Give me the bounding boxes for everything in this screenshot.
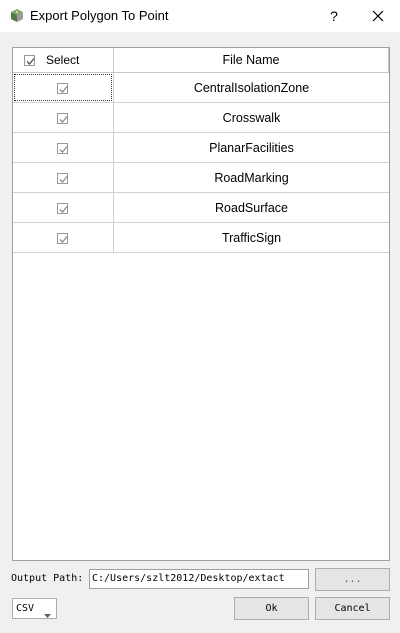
help-button[interactable]: ? xyxy=(322,5,346,27)
row-checkbox[interactable] xyxy=(57,233,68,244)
format-dropdown[interactable]: CSV xyxy=(12,598,57,619)
format-selected-value: CSV xyxy=(16,603,35,614)
checkmark-icon xyxy=(59,116,68,123)
header-file-name-cell[interactable]: File Name xyxy=(114,48,389,73)
checkmark-icon xyxy=(59,176,68,183)
row-select-cell[interactable] xyxy=(13,133,114,163)
table-row[interactable]: TrafficSign xyxy=(13,223,389,253)
close-icon xyxy=(372,10,384,22)
browse-button[interactable]: ... xyxy=(315,568,390,591)
table-row[interactable]: RoadMarking xyxy=(13,163,389,193)
row-file-name-cell[interactable]: RoadSurface xyxy=(114,193,389,223)
row-select-cell[interactable] xyxy=(13,163,114,193)
row-checkbox[interactable] xyxy=(57,203,68,214)
row-file-name-cell[interactable]: PlanarFacilities xyxy=(114,133,389,163)
table-row[interactable]: Crosswalk xyxy=(13,103,389,133)
table-row[interactable]: RoadSurface xyxy=(13,193,389,223)
row-checkbox[interactable] xyxy=(57,143,68,154)
file-name-column-header: File Name xyxy=(222,53,280,67)
file-name-text: Crosswalk xyxy=(222,111,281,125)
window-title: Export Polygon To Point xyxy=(30,8,169,23)
select-all-checkbox[interactable] xyxy=(24,55,35,66)
app-logo-icon xyxy=(9,8,25,24)
row-checkbox[interactable] xyxy=(57,113,68,124)
row-select-cell[interactable] xyxy=(13,103,114,133)
row-file-name-cell[interactable]: CentralIsolationZone xyxy=(114,73,389,103)
file-name-text: RoadSurface xyxy=(215,201,288,215)
file-name-text: PlanarFacilities xyxy=(209,141,294,155)
row-file-name-cell[interactable]: TrafficSign xyxy=(114,223,389,253)
table-row[interactable]: CentralIsolationZone xyxy=(13,73,389,103)
row-select-cell[interactable] xyxy=(13,73,114,103)
row-file-name-cell[interactable]: Crosswalk xyxy=(114,103,389,133)
checkmark-icon xyxy=(59,236,68,243)
output-path-input[interactable]: C:/Users/szlt2012/Desktop/extact xyxy=(89,569,309,589)
chevron-down-icon xyxy=(44,607,51,621)
checkmark-icon xyxy=(59,206,68,213)
checkmark-icon xyxy=(59,86,68,93)
table-row[interactable]: PlanarFacilities xyxy=(13,133,389,163)
row-file-name-cell[interactable]: RoadMarking xyxy=(114,163,389,193)
select-column-header: Select xyxy=(46,53,80,67)
file-table: Select File Name CentralIsolationZone Cro… xyxy=(12,47,390,561)
checkmark-icon xyxy=(26,58,35,65)
file-name-text: CentralIsolationZone xyxy=(193,81,310,95)
table-header: Select File Name xyxy=(13,48,389,73)
file-name-text: RoadMarking xyxy=(214,171,289,185)
title-bar: Export Polygon To Point ? xyxy=(0,0,400,32)
row-select-cell[interactable] xyxy=(13,223,114,253)
header-select-cell[interactable]: Select xyxy=(13,48,114,73)
cancel-button[interactable]: Cancel xyxy=(315,597,390,620)
row-checkbox[interactable] xyxy=(57,83,68,94)
output-path-label: Output Path: xyxy=(11,573,84,584)
ok-button[interactable]: Ok xyxy=(234,597,309,620)
row-select-cell[interactable] xyxy=(13,193,114,223)
file-name-text: TrafficSign xyxy=(221,231,282,245)
close-button[interactable] xyxy=(364,5,392,27)
checkmark-icon xyxy=(59,146,68,153)
row-checkbox[interactable] xyxy=(57,173,68,184)
